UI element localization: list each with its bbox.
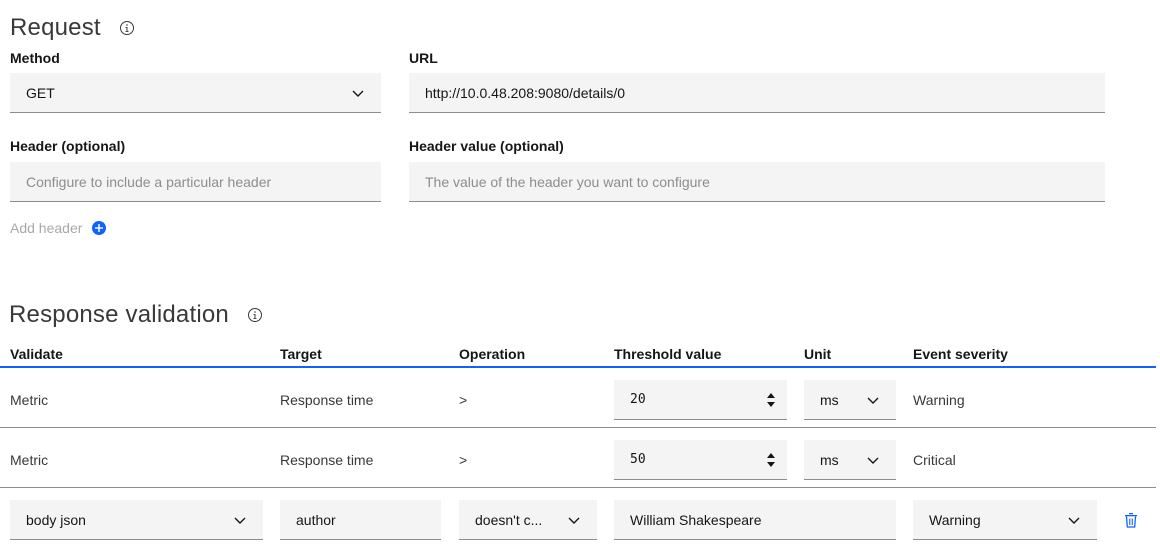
row2-threshold-stepper[interactable]: 50 bbox=[614, 440, 787, 480]
header-divider bbox=[0, 366, 1156, 368]
request-title-text: Request bbox=[10, 14, 101, 41]
column-header-unit: Unit bbox=[804, 346, 832, 362]
row1-unit-select[interactable]: ms bbox=[804, 380, 896, 420]
row2-unit-value: ms bbox=[820, 451, 839, 468]
row3-threshold-value: William Shakespeare bbox=[630, 511, 762, 528]
row2-unit-select[interactable]: ms bbox=[804, 440, 896, 480]
row-divider bbox=[0, 427, 1156, 428]
add-circle-icon bbox=[92, 221, 107, 235]
chevron-down-icon bbox=[568, 517, 580, 524]
row2-target: Response time bbox=[280, 452, 374, 468]
row3-operation-select[interactable]: doesn't c... bbox=[459, 500, 597, 540]
add-header-label: Add header bbox=[10, 220, 83, 236]
row3-severity-value: Warning bbox=[929, 511, 981, 528]
row3-validate-value: body json bbox=[26, 511, 86, 528]
method-select[interactable]: GET bbox=[10, 73, 381, 113]
row1-threshold-stepper[interactable]: 20 bbox=[614, 380, 787, 420]
row3-validate-select[interactable]: body json bbox=[10, 500, 263, 540]
column-header-validate: Validate bbox=[10, 346, 63, 362]
stepper-arrows-icon[interactable] bbox=[765, 450, 777, 470]
row1-operation: > bbox=[459, 392, 468, 408]
header-value-field[interactable] bbox=[409, 162, 1105, 202]
header-label: Header (optional) bbox=[10, 138, 126, 154]
row3-threshold-field[interactable]: William Shakespeare bbox=[614, 500, 896, 540]
stepper-arrows-icon[interactable] bbox=[765, 390, 777, 410]
column-header-operation: Operation bbox=[459, 346, 526, 362]
chevron-down-icon bbox=[1068, 517, 1080, 524]
chevron-down-icon bbox=[867, 457, 879, 464]
row2-severity: Critical bbox=[913, 452, 956, 468]
row1-threshold-value: 20 bbox=[630, 392, 646, 407]
chevron-down-icon bbox=[234, 517, 246, 524]
row1-unit-value: ms bbox=[820, 391, 839, 408]
column-header-severity: Event severity bbox=[913, 346, 1008, 362]
column-header-target: Target bbox=[280, 346, 322, 362]
row3-severity-select[interactable]: Warning bbox=[913, 500, 1097, 540]
info-icon[interactable] bbox=[119, 20, 135, 36]
request-title: Request bbox=[10, 14, 135, 42]
row3-target-field[interactable]: author bbox=[280, 500, 441, 540]
row2-operation: > bbox=[459, 452, 468, 468]
chevron-down-icon bbox=[352, 90, 364, 97]
header-input[interactable] bbox=[26, 173, 381, 190]
row3-target-value: author bbox=[296, 511, 336, 528]
row2-validate: Metric bbox=[10, 452, 49, 468]
row-divider bbox=[0, 487, 1156, 488]
validation-title: Response validation bbox=[9, 301, 263, 329]
add-header-button[interactable]: Add header bbox=[10, 220, 107, 236]
header-value-input[interactable] bbox=[425, 173, 1105, 190]
chevron-down-icon bbox=[867, 397, 879, 404]
row3-operation-value: doesn't c... bbox=[475, 511, 543, 528]
method-label: Method bbox=[10, 50, 60, 66]
row1-validate: Metric bbox=[10, 392, 49, 408]
url-label: URL bbox=[409, 50, 438, 66]
row2-threshold-value: 50 bbox=[630, 452, 646, 467]
header-value-label: Header value (optional) bbox=[409, 138, 564, 154]
info-icon[interactable] bbox=[247, 307, 263, 323]
row1-severity: Warning bbox=[913, 392, 965, 408]
column-header-threshold: Threshold value bbox=[614, 346, 722, 362]
trash-icon[interactable] bbox=[1123, 512, 1139, 528]
method-value: GET bbox=[26, 84, 55, 101]
validation-title-text: Response validation bbox=[9, 301, 229, 328]
url-field[interactable] bbox=[409, 73, 1105, 113]
header-field[interactable] bbox=[10, 162, 381, 202]
row1-target: Response time bbox=[280, 392, 374, 408]
url-input[interactable] bbox=[425, 84, 1105, 101]
